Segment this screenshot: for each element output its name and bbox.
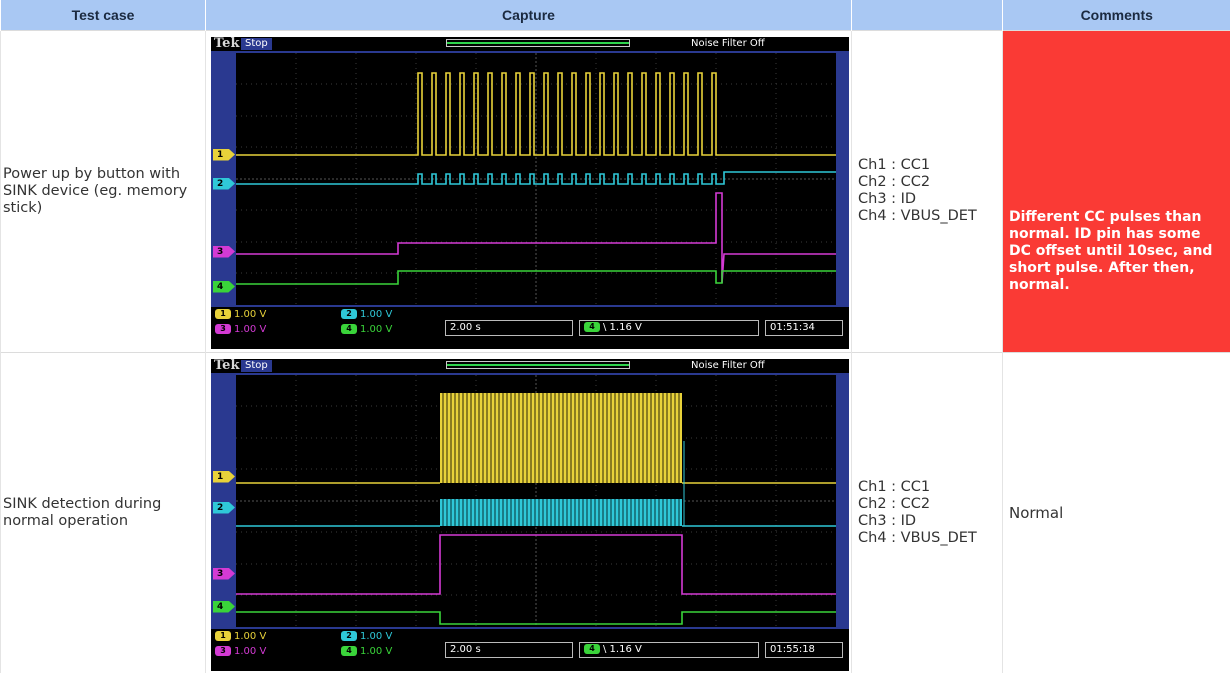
comment-cell-highlight: Different CC pulses than normal. ID pin …	[1002, 29, 1230, 352]
ch3-marker: 3	[213, 567, 235, 580]
record-bar	[446, 38, 630, 47]
ch2-marker: 2	[213, 501, 235, 514]
capture-cell: Tek Stop Noise Filter Off 1 2 3 4 1 1.00…	[205, 29, 852, 352]
channel-list: Ch1 : CC1 Ch2 : CC2 Ch3 : ID Ch4 : VBUS_…	[851, 351, 1003, 673]
header-capture: Capture	[205, 0, 852, 30]
clock-readout: 01:51:34	[765, 319, 843, 336]
scope-top-bar: Tek Stop Noise Filter Off	[211, 35, 849, 51]
scope-readout-bar: 1 1.00 V 2 1.00 V 3 1.00 V 4 1.00 V 2.00 s 4…	[211, 306, 849, 349]
table-row: Power up by button with SINK device (eg.…	[0, 29, 1230, 352]
tek-logo: Tek	[214, 35, 240, 51]
header-comments: Comments	[1002, 0, 1230, 30]
comment-cell: Normal	[1002, 351, 1230, 673]
acquisition-state: Stop	[241, 37, 272, 50]
capture-cell: Tek Stop Noise Filter Off 1 2 3 4 1 1.00…	[205, 351, 852, 673]
ch1-scale: 1.00 V	[234, 630, 267, 642]
channel-label: Ch2 : CC2	[858, 495, 931, 512]
channel-label: Ch3 : ID	[858, 191, 917, 207]
scope-top-bar: Tek Stop Noise Filter Off	[211, 357, 849, 373]
ch4-marker: 4	[213, 280, 235, 293]
channel-list: Ch1 : CC1 Ch2 : CC2 Ch3 : ID Ch4 : VBUS_…	[851, 29, 1003, 352]
ch4-scale: 1.00 V	[360, 645, 393, 657]
ch1-marker: 1	[213, 470, 235, 483]
test-results-table: Test case Capture Comments Power up by b…	[0, 0, 1230, 673]
timebase-readout: 2.00 s	[445, 319, 573, 336]
ch4-scale: 1.00 V	[360, 323, 393, 335]
waveform-plot-1	[236, 52, 836, 305]
oscilloscope-capture: Tek Stop Noise Filter Off 1 2 3 4 1 1.00…	[211, 35, 849, 349]
ch1-marker: 1	[213, 148, 235, 161]
channel-label: Ch4 : VBUS_DET	[858, 529, 977, 546]
clock-readout: 01:55:18	[765, 641, 843, 658]
ch2-marker: 2	[213, 177, 235, 190]
oscilloscope-capture: Tek Stop Noise Filter Off 1 2 3 4 1 1.00…	[211, 357, 849, 671]
ch3-scale: 1.00 V	[234, 323, 267, 335]
ch2-scale: 1.00 V	[360, 630, 393, 642]
scope-readout-bar: 1 1.00 V 2 1.00 V 3 1.00 V 4 1.00 V 2.00 s 4…	[211, 628, 849, 671]
ch3-marker: 3	[213, 245, 235, 258]
noise-filter-status: Noise Filter Off	[691, 37, 765, 49]
noise-filter-status: Noise Filter Off	[691, 359, 765, 371]
table-row: SINK detection during normal operation T…	[0, 351, 1230, 673]
ch4-marker: 4	[213, 600, 235, 613]
header-test-case: Test case	[0, 0, 206, 30]
waveform-plot-2	[236, 374, 836, 627]
ch1-scale: 1.00 V	[234, 308, 267, 320]
ch2-scale: 1.00 V	[360, 308, 393, 320]
channel-label: Ch4 : VBUS_DET	[858, 208, 977, 224]
channel-label: Ch1 : CC1	[858, 157, 931, 173]
header-channels	[851, 0, 1003, 30]
trigger-readout: 4 \ 1.16 V	[579, 319, 759, 336]
scope-graticule	[236, 52, 836, 305]
timebase-readout: 2.00 s	[445, 641, 573, 658]
channel-label: Ch3 : ID	[858, 512, 917, 529]
channel-label: Ch2 : CC2	[858, 174, 931, 190]
acquisition-state: Stop	[241, 359, 272, 372]
test-case-cell: SINK detection during normal operation	[0, 351, 206, 673]
scope-graticule	[236, 374, 836, 627]
trigger-readout: 4 \ 1.16 V	[579, 641, 759, 658]
channel-label: Ch1 : CC1	[858, 478, 931, 495]
record-bar	[446, 360, 630, 369]
test-case-cell: Power up by button with SINK device (eg.…	[0, 29, 206, 352]
table-header-row: Test case Capture Comments	[0, 0, 1230, 30]
ch3-scale: 1.00 V	[234, 645, 267, 657]
tek-logo: Tek	[214, 357, 240, 373]
